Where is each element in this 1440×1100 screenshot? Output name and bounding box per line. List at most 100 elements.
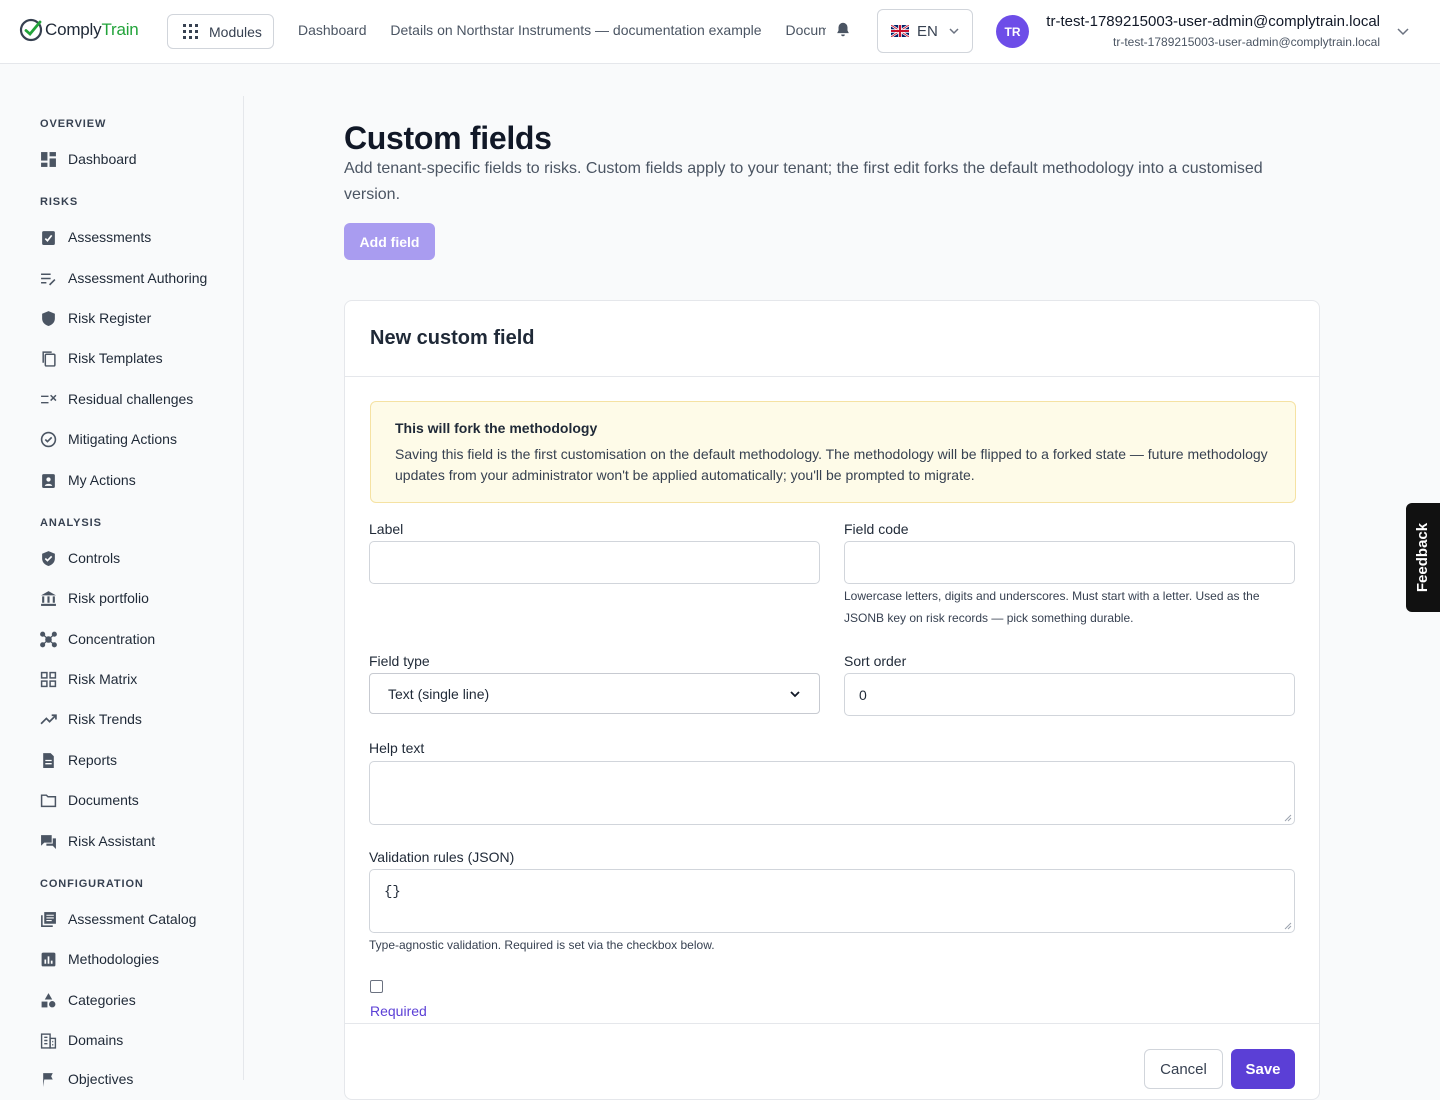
user-name[interactable]: tr-test-1789215003-user-admin@complytrai… [1046,13,1380,30]
page-description: Add tenant-specific fields to risks. Cus… [344,160,1263,203]
validation-rules-textarea[interactable]: {} [369,869,1295,933]
add-field-button[interactable]: Add field [344,223,435,260]
sidebar-item-controls[interactable]: Controls [40,547,120,569]
sidebar-item-label: Risk Trends [68,711,142,727]
sidebar-item-documents[interactable]: Documents [40,789,139,811]
feedback-tab[interactable]: Feedback [1406,503,1440,612]
sidebar-item-risk-register[interactable]: Risk Register [40,307,151,329]
sidebar-item-objectives[interactable]: Objectives [40,1068,133,1090]
category-icon [41,992,56,1007]
language-select[interactable]: EN [877,9,973,53]
logo-check-icon [19,18,43,42]
building-icon [40,1032,57,1049]
sidebar-item-risk-portfolio[interactable]: Risk portfolio [40,587,149,609]
page-title: Custom fields [344,120,552,156]
sidebar-item-risk-matrix[interactable]: Risk Matrix [40,668,137,690]
sidebar-item-label: Objectives [68,1071,134,1087]
edit-list-icon [41,272,56,285]
field-code-label: Field code [844,521,909,537]
section-overview: OVERVIEW [40,118,107,130]
field-code-input[interactable] [844,541,1295,584]
section-configuration: CONFIGURATION [40,878,144,890]
sidebar-item-my-actions[interactable]: My Actions [40,469,136,491]
folder-icon [40,793,57,807]
avatar[interactable]: TR [996,15,1029,48]
field-type-select[interactable]: Text (single line) [369,673,820,714]
save-button[interactable]: Save [1231,1049,1295,1089]
sidebar-item-mitigating-actions[interactable]: Mitigating Actions [40,428,177,450]
sidebar-item-residual-challenges[interactable]: Residual challenges [40,388,193,410]
section-risks: RISKS [40,196,79,208]
shield-icon [42,310,55,326]
user-menu-chevron-icon[interactable] [1396,24,1410,38]
card-title: New custom field [370,327,535,349]
sidebar-item-assessment-catalog[interactable]: Assessment Catalog [40,908,196,930]
sidebar-item-domains[interactable]: Domains [40,1029,123,1051]
resize-handle-icon[interactable] [1284,814,1292,822]
sidebar-item-label: Categories [68,992,136,1008]
sidebar-item-label: Risk Register [68,310,152,326]
warning-text: Saving this field is the first customisa… [395,446,1268,483]
sidebar-item-categories[interactable]: Categories [40,989,136,1011]
label-input[interactable] [369,541,820,584]
top-nav-dashboard[interactable]: Dashboard [298,22,367,38]
rule-icon [41,394,57,403]
sort-order-input[interactable]: 0 [844,673,1295,716]
logo-text-train: Train [101,20,139,39]
sidebar-item-label: Documents [68,792,139,808]
sidebar-item-dashboard[interactable]: Dashboard [40,148,137,170]
sidebar-item-risk-trends[interactable]: Risk Trends [40,708,142,730]
bank-icon [41,590,56,606]
warning-title: This will fork the methodology [395,420,598,436]
assignment-ind-icon [42,473,55,488]
sidebar-item-assessment-authoring[interactable]: Assessment Authoring [40,267,207,289]
sidebar-item-label: Residual challenges [68,391,194,407]
help-text-textarea[interactable] [369,761,1295,825]
form-footer-divider [345,1023,1319,1024]
sidebar-item-label: Risk portfolio [68,590,149,606]
required-checkbox[interactable] [370,980,383,993]
top-nav: Dashboard Details on Northstar Instrumen… [298,22,826,38]
sidebar-item-concentration[interactable]: Concentration [40,628,155,650]
sort-order-label: Sort order [844,653,907,669]
analytics-icon [41,952,56,966]
modules-button[interactable]: Modules [167,14,274,49]
sidebar-item-assessments[interactable]: Assessments [40,226,151,248]
required-label[interactable]: Required [370,1003,427,1019]
grid-icon [183,24,198,39]
chat-icon [41,834,56,849]
field-type-label: Field type [369,653,430,669]
sidebar-divider [243,96,244,1080]
bell-icon[interactable] [834,21,852,39]
library-icon [41,911,56,927]
top-nav-details[interactable]: Details on Northstar Instruments — docum… [390,22,761,38]
sidebar-item-label: Methodologies [68,951,160,967]
sidebar-item-label: Risk Assistant [68,833,156,849]
modules-label: Modules [209,23,262,40]
label-field-label: Label [369,521,404,537]
sidebar-item-risk-assistant[interactable]: Risk Assistant [40,830,155,852]
trending-up-icon [40,713,57,724]
feedback-label: Feedback [1414,522,1432,593]
validation-rules-value: {} [384,884,401,900]
sidebar-item-risk-templates[interactable]: Risk Templates [40,347,163,369]
language-label: EN [917,22,938,40]
sidebar-item-label: Assessments [68,229,152,245]
sidebar-item-reports[interactable]: Reports [40,749,117,771]
sidebar-item-label: Concentration [68,631,156,647]
validation-rules-label: Validation rules (JSON) [369,849,515,865]
sidebar-item-label: My Actions [68,472,136,488]
resize-handle-icon[interactable] [1284,922,1292,930]
sidebar-item-label: Reports [68,752,118,768]
logo[interactable]: Comply Train [19,18,139,42]
document-icon [43,752,54,768]
cancel-button[interactable]: Cancel [1144,1049,1223,1089]
fork-warning-alert: This will fork the methodology Saving th… [370,401,1296,503]
section-analysis: ANALYSIS [40,517,102,529]
top-nav-documentation[interactable]: Documentation [785,22,826,38]
sidebar-item-methodologies[interactable]: Methodologies [40,948,159,970]
uk-flag-icon [891,25,909,37]
sidebar-item-label: Assessment Catalog [68,911,197,927]
top-bar: Comply Train Modules Dashboard Details on… [0,0,1440,64]
card-divider [345,376,1319,377]
